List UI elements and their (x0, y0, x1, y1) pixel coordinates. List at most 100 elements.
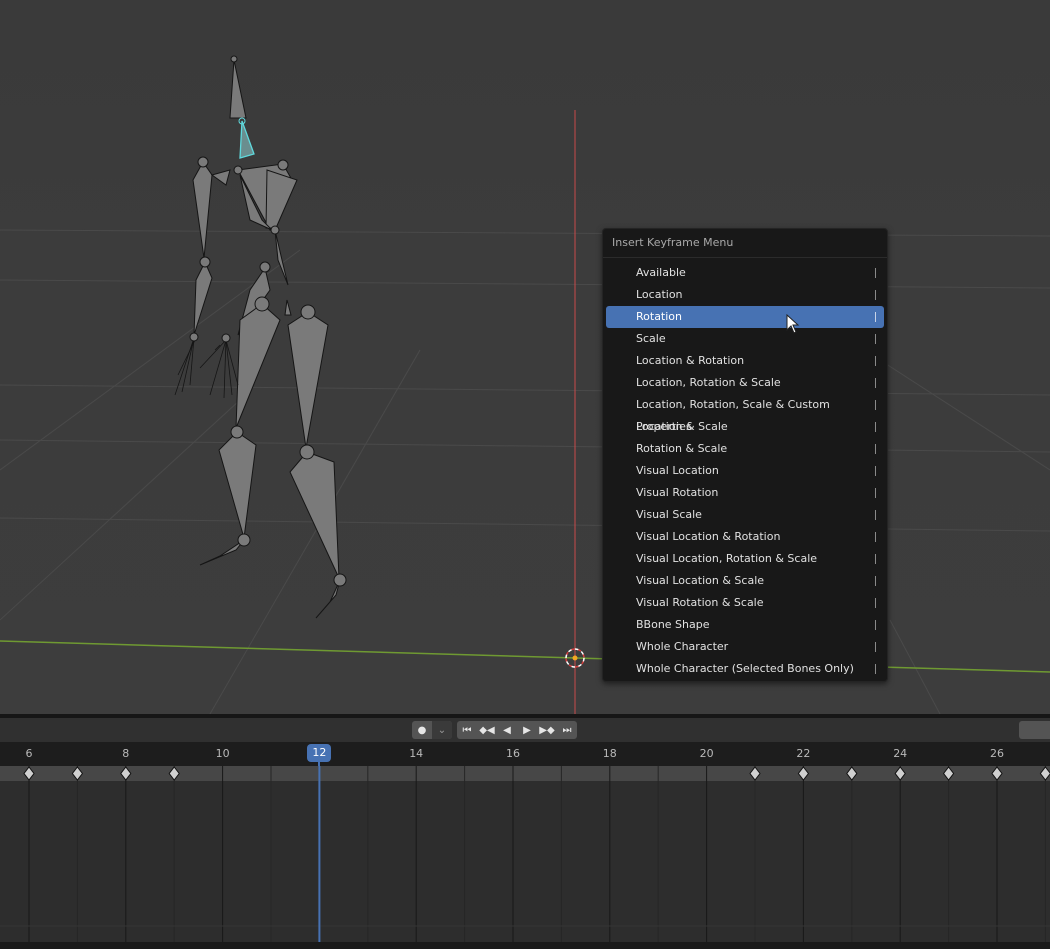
timeline-ruler[interactable]: 6 8 10 14 16 18 20 22 24 26 12 (0, 742, 1050, 766)
shortcut-separator (875, 664, 876, 674)
shortcut-separator (875, 554, 876, 564)
menu-item-location-rotation[interactable]: Location & Rotation (606, 350, 884, 372)
timeline-header: ● ⌄ ⏮ ◆◀ ◀ ▶ ▶◆ ⏭ (0, 718, 1050, 742)
shortcut-separator (875, 356, 876, 366)
menu-item-location-rotation-scale[interactable]: Location, Rotation & Scale (606, 372, 884, 394)
3d-viewport[interactable]: Insert Keyframe Menu Available Location Ro… (0, 0, 1050, 714)
frame-label: 24 (893, 747, 908, 760)
menu-item-visual-location-rotation-scale[interactable]: Visual Location, Rotation & Scale (606, 548, 884, 570)
keyframe-diamond-icon[interactable] (1039, 766, 1050, 781)
shortcut-separator (875, 334, 876, 344)
menu-item-label: Location & Rotation (636, 354, 745, 367)
shortcut-separator (875, 422, 876, 432)
record-button[interactable]: ● (412, 721, 432, 739)
viewport-scene (0, 55, 1050, 714)
bone-thigh-left (235, 303, 281, 429)
menu-item-label: Rotation (636, 310, 683, 323)
menu-item-visual-scale[interactable]: Visual Scale (606, 504, 884, 526)
floor-grid (0, 229, 1050, 714)
frame-label: 22 (796, 747, 811, 760)
jump-to-start-button[interactable]: ⏮ (457, 721, 477, 739)
shortcut-separator (875, 620, 876, 630)
timeline-grid (0, 766, 1050, 942)
menu-item-scale[interactable]: Scale (606, 328, 884, 350)
keyframe-diamond-icon[interactable] (942, 766, 955, 781)
insert-keyframe-menu[interactable]: Insert Keyframe Menu Available Location Ro… (602, 228, 888, 682)
menu-item-label: Visual Scale (636, 508, 702, 521)
keyframe-diamond-icon[interactable] (894, 766, 906, 781)
menu-item-rotation[interactable]: Rotation (606, 306, 884, 328)
menu-item-location-rotation-scale-custom-properties[interactable]: Location, Rotation, Scale & Custom Prope… (606, 394, 884, 433)
bone-neck-selected (239, 120, 255, 159)
menu-items: Available Location Rotation Scale Location &… (603, 262, 887, 680)
menu-item-location[interactable]: Location (606, 284, 884, 306)
menu-item-location-scale[interactable]: Location & Scale (606, 416, 884, 438)
y-axis-line (0, 640, 1050, 673)
next-keyframe-icon: ▶◆ (539, 724, 555, 736)
shortcut-separator (875, 290, 876, 300)
menu-item-whole-character-selected-bones-only[interactable]: Whole Character (Selected Bones Only) (606, 658, 884, 680)
menu-item-label: Available (636, 266, 686, 279)
menu-item-visual-location-scale[interactable]: Visual Location & Scale (606, 570, 884, 592)
mouse-cursor-icon (786, 314, 800, 334)
menu-item-label: Location & Scale (636, 420, 728, 433)
menu-item-label: Visual Location, Rotation & Scale (636, 552, 818, 565)
jump-to-end-button[interactable]: ⏭ (557, 721, 577, 739)
menu-item-available[interactable]: Available (606, 262, 884, 284)
playback-controls: ⏮ ◆◀ ◀ ▶ ▶◆ ⏭ (457, 721, 577, 739)
bone-upper-arm-right (265, 169, 298, 229)
menu-item-label: Whole Character (636, 640, 729, 653)
next-keyframe-button[interactable]: ▶◆ (537, 721, 557, 739)
bone-shin-right (289, 451, 340, 579)
menu-item-label: BBone Shape (636, 618, 710, 631)
frame-label: 18 (602, 747, 617, 760)
frame-label: 14 (409, 747, 424, 760)
shortcut-separator (875, 488, 876, 498)
shortcut-separator (875, 466, 876, 476)
menu-item-visual-location[interactable]: Visual Location (606, 460, 884, 482)
menu-item-visual-rotation[interactable]: Visual Rotation (606, 482, 884, 504)
keyframe-diamond-icon[interactable] (846, 766, 858, 781)
menu-item-label: Location (636, 288, 683, 301)
prev-keyframe-button[interactable]: ◆◀ (477, 721, 497, 739)
keyframe-diamond-icon[interactable] (168, 766, 180, 781)
bone-forearm-left (193, 260, 213, 336)
play-reverse-button[interactable]: ◀ (497, 721, 517, 739)
menu-item-label: Visual Rotation (636, 486, 719, 499)
frame-label: 10 (215, 747, 230, 760)
keyframe-diamond-icon[interactable] (71, 766, 84, 781)
record-options-dropdown[interactable]: ⌄ (432, 721, 452, 739)
menu-item-label: Visual Location & Scale (636, 574, 765, 587)
fingers (174, 337, 239, 399)
frame-label: 6 (25, 747, 33, 760)
frame-field[interactable] (1019, 721, 1050, 739)
play-button[interactable]: ▶ (517, 721, 537, 739)
shortcut-separator (875, 598, 876, 608)
record-icon: ● (417, 724, 427, 736)
frame-label: 26 (990, 747, 1004, 760)
keyframe-diamond-icon[interactable] (797, 766, 810, 781)
menu-item-rotation-scale[interactable]: Rotation & Scale (606, 438, 884, 460)
menu-item-bbone-shape[interactable]: BBone Shape (606, 614, 884, 636)
menu-item-whole-character[interactable]: Whole Character (606, 636, 884, 658)
timeline-channels[interactable] (0, 766, 1050, 942)
frame-label: 8 (122, 747, 130, 760)
record-group: ● ⌄ (412, 721, 452, 739)
frame-label: 16 (506, 747, 520, 760)
keyframe-diamond-icon[interactable] (749, 766, 761, 781)
shortcut-separator (875, 642, 876, 652)
keyframe-diamond-icon[interactable] (120, 766, 132, 781)
menu-item-visual-location-rotation[interactable]: Visual Location & Rotation (606, 526, 884, 548)
menu-item-label: Rotation & Scale (636, 442, 728, 455)
bone-upper-arm-left (192, 161, 213, 259)
menu-item-visual-rotation-scale[interactable]: Visual Rotation & Scale (606, 592, 884, 614)
current-frame-indicator[interactable]: 12 (307, 744, 332, 762)
jump-end-icon: ⏭ (562, 724, 572, 736)
armature[interactable] (174, 55, 347, 619)
menu-item-label: Location, Rotation & Scale (636, 376, 781, 389)
bone-thigh-right (287, 311, 329, 449)
jump-start-icon: ⏮ (462, 724, 472, 736)
shortcut-separator (875, 576, 876, 586)
keyframe-diamond-icon[interactable] (23, 766, 35, 781)
keyframe-diamond-icon[interactable] (991, 766, 1003, 781)
